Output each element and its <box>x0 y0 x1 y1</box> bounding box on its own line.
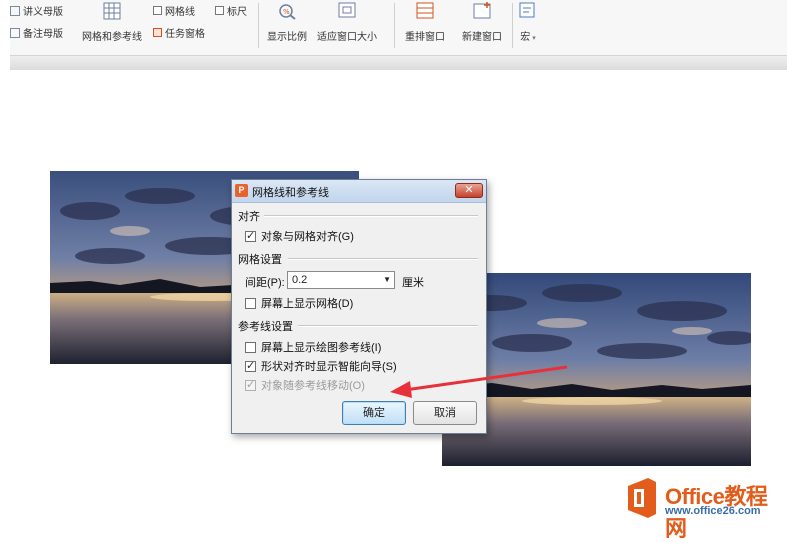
watermark-url: www.office26.com <box>665 505 761 517</box>
office-logo-icon <box>628 478 656 518</box>
annotation-arrow <box>390 365 568 398</box>
